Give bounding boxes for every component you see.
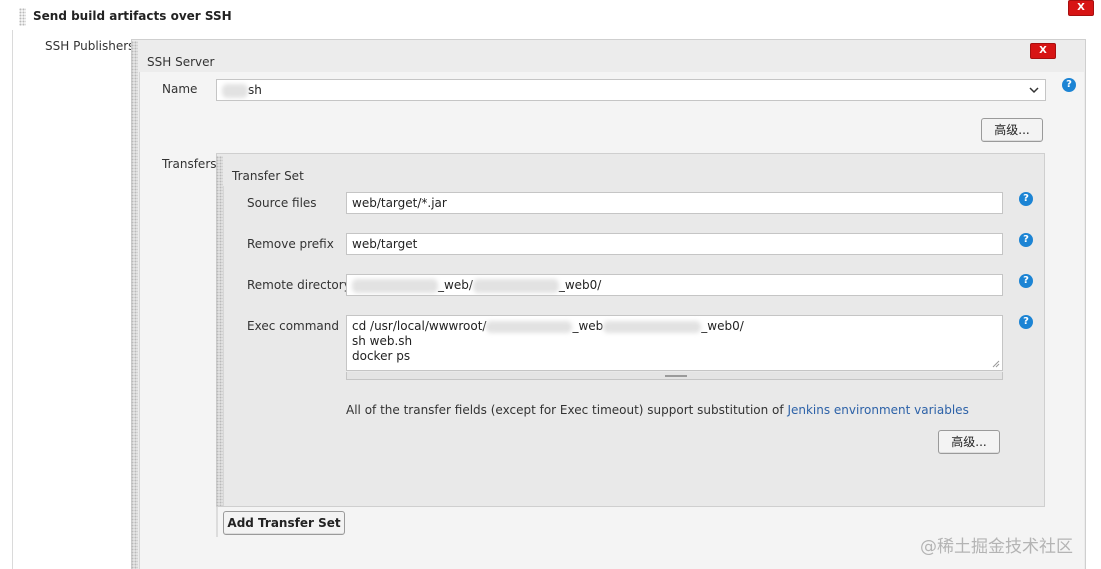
- source-files-input[interactable]: web/target/*.jar: [346, 192, 1003, 214]
- section-title: Send build artifacts over SSH: [33, 9, 232, 23]
- transfer-set-title: Transfer Set: [232, 169, 304, 183]
- redacted-text: [472, 278, 559, 293]
- jenkins-env-vars-link[interactable]: Jenkins environment variables: [787, 403, 968, 417]
- exec-command-resize-bar[interactable]: [346, 372, 1003, 380]
- help-icon[interactable]: ?: [1019, 274, 1033, 288]
- transfer-note: All of the transfer fields (except for E…: [346, 403, 969, 417]
- section-drag-handle[interactable]: [19, 8, 26, 26]
- help-icon[interactable]: ?: [1062, 78, 1076, 92]
- redacted-text: [486, 320, 573, 333]
- help-icon[interactable]: ?: [1019, 192, 1033, 206]
- source-files-label: Source files: [247, 196, 317, 210]
- remote-directory-label: Remote directory: [247, 278, 351, 292]
- transfer-note-text: All of the transfer fields (except for E…: [346, 403, 788, 417]
- transfer-advanced-button[interactable]: 高级...: [938, 430, 1000, 454]
- exec-command-label: Exec command: [247, 319, 340, 333]
- help-icon[interactable]: ?: [1019, 233, 1033, 247]
- delete-section-button[interactable]: X: [1068, 0, 1094, 16]
- server-advanced-button[interactable]: 高级...: [981, 118, 1043, 142]
- resize-grip-icon[interactable]: [992, 360, 1000, 368]
- exec-line-3: docker ps: [352, 349, 411, 363]
- remote-directory-seg2: _web0/: [558, 278, 602, 292]
- name-label: Name: [162, 82, 198, 96]
- delete-server-button[interactable]: X: [1030, 43, 1056, 59]
- name-redacted: [222, 83, 248, 98]
- transfer-set-drag-handle[interactable]: [216, 156, 223, 506]
- add-transfer-set-button[interactable]: Add Transfer Set: [223, 511, 345, 535]
- chevron-down-icon: [1029, 87, 1039, 94]
- redacted-text: [603, 320, 702, 333]
- watermark: @稀土掘金技术社区: [920, 537, 1073, 557]
- remove-prefix-input[interactable]: web/target: [346, 233, 1003, 255]
- remote-directory-input[interactable]: _web/ _web0/: [346, 274, 1003, 296]
- resize-handle-icon: [665, 375, 687, 377]
- ssh-publishers-label: SSH Publishers: [45, 39, 135, 53]
- help-icon[interactable]: ?: [1019, 315, 1033, 329]
- transfers-label: Transfers: [162, 157, 217, 171]
- name-select[interactable]: sh: [216, 79, 1046, 101]
- transfers-outer-line: [216, 507, 218, 537]
- exec-line-2: sh web.sh: [352, 334, 413, 348]
- exec-command-textarea[interactable]: cd /usr/local/wwwroot/_web _web0/ sh web.…: [346, 315, 1003, 371]
- exec-line-1: cd /usr/local/wwwroot/_web _web0/: [352, 319, 744, 333]
- remote-directory-seg1: _web/: [438, 278, 473, 292]
- remove-prefix-label: Remove prefix: [247, 237, 334, 251]
- ssh-server-drag-handle[interactable]: [131, 41, 138, 569]
- step-left-border: [12, 30, 13, 569]
- ssh-server-title: SSH Server: [147, 55, 215, 69]
- name-value: sh: [248, 83, 262, 97]
- redacted-text: [352, 278, 438, 293]
